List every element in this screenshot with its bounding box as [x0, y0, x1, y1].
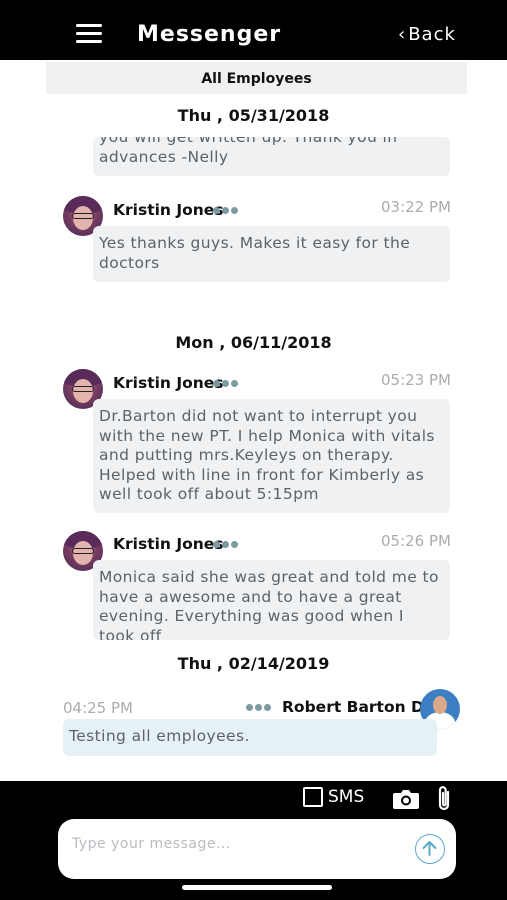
home-indicator — [182, 885, 332, 890]
chevron-left-icon: ‹ — [398, 24, 407, 45]
camera-icon[interactable] — [392, 787, 420, 811]
sender-name: Kristin Jones — [113, 201, 224, 219]
message-time: 05:26 PM — [381, 532, 451, 550]
message-input-container — [58, 819, 456, 879]
top-bar: Messenger ‹ Back — [0, 0, 507, 60]
date-separator: Thu , 02/14/2019 — [177, 654, 330, 673]
sender-name: Kristin Jones — [113, 535, 224, 553]
channel-title: All Employees — [46, 62, 467, 94]
sms-label: SMS — [328, 787, 365, 807]
more-dots-icon[interactable] — [213, 203, 240, 217]
message-bubble[interactable]: Monica said she was great and told me to… — [93, 560, 450, 640]
hamburger-icon[interactable] — [76, 24, 102, 44]
date-separator: Thu , 05/31/2018 — [177, 106, 330, 125]
more-dots-icon[interactable] — [246, 700, 273, 714]
back-button[interactable]: ‹ Back — [398, 24, 456, 45]
message-text: Monica said she was great and told me to… — [99, 568, 439, 640]
app-title: Messenger — [137, 22, 282, 47]
sender-name: Robert Barton DC — [282, 698, 436, 716]
message-time: 03:22 PM — [381, 198, 451, 216]
message-text: Testing all employees. — [69, 727, 250, 745]
message-bubble[interactable]: you will get written up. Thank you in ad… — [93, 137, 450, 176]
sms-checkbox[interactable]: SMS — [303, 787, 364, 807]
more-dots-icon[interactable] — [213, 376, 240, 390]
send-button[interactable] — [415, 834, 445, 864]
message-time: 05:23 PM — [381, 371, 451, 389]
message-text: Yes thanks guys. Makes it easy for the d… — [99, 234, 411, 272]
checkbox-icon — [303, 787, 323, 807]
date-separator: Mon , 06/11/2018 — [175, 333, 332, 352]
message-bubble[interactable]: Dr.Barton did not want to interrupt you … — [93, 399, 450, 513]
message-bubble[interactable]: Testing all employees. — [63, 719, 437, 756]
more-dots-icon[interactable] — [213, 537, 240, 551]
paperclip-icon[interactable] — [434, 784, 454, 814]
message-input[interactable] — [70, 831, 404, 857]
message-text: Dr.Barton did not want to interrupt you … — [99, 407, 435, 503]
message-text: you will get written up. Thank you in ad… — [99, 137, 398, 166]
message-time: 04:25 PM — [63, 699, 133, 717]
back-label: Back — [408, 24, 456, 45]
sender-name: Kristin Jones — [113, 374, 224, 392]
message-bubble[interactable]: Yes thanks guys. Makes it easy for the d… — [93, 226, 450, 282]
send-arrow-icon — [422, 841, 437, 856]
